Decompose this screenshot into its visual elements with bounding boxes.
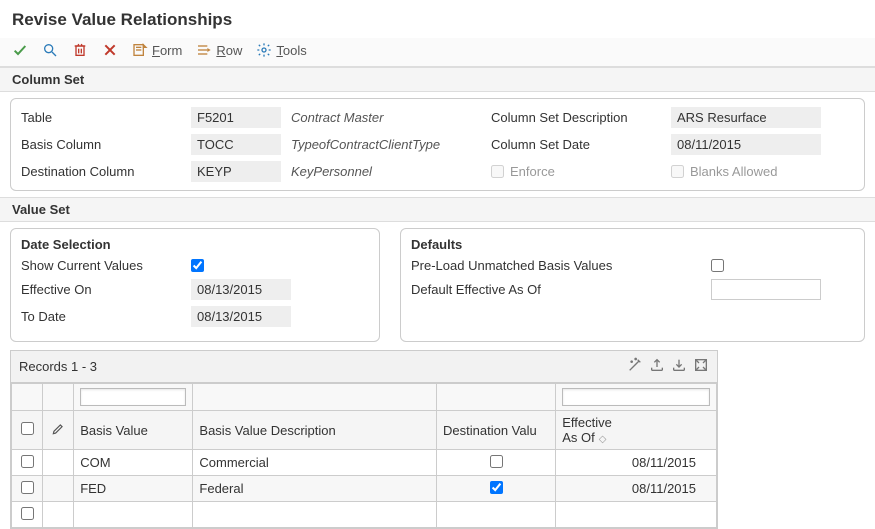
date-selection-panel: Date Selection Show Current Values Effec…: [10, 228, 380, 342]
ok-button[interactable]: [12, 42, 28, 58]
to-date-label: To Date: [21, 309, 191, 324]
blanks-checkbox-wrap: Blanks Allowed: [671, 164, 777, 179]
section-value-set: Value Set: [0, 197, 875, 222]
cell-effective[interactable]: 08/11/2015: [556, 476, 717, 502]
check-icon: [12, 42, 28, 58]
expand-icon: [693, 357, 709, 373]
table-desc: Contract Master: [291, 110, 491, 125]
header-row: Basis Value Basis Value Description Dest…: [12, 411, 717, 450]
sort-icon: ◇: [599, 434, 607, 445]
effective-on-label: Effective On: [21, 282, 191, 297]
cell-effective[interactable]: [556, 502, 717, 528]
dest-label: Destination Column: [21, 164, 191, 179]
header-effective[interactable]: Effective As Of◇: [556, 411, 717, 450]
effective-on-input[interactable]: [191, 279, 291, 300]
cell-basis-value[interactable]: COM: [74, 450, 193, 476]
row-select-checkbox[interactable]: [21, 481, 34, 494]
toolbar: Form Row Tools: [0, 38, 875, 67]
grid-panel: Records 1 - 3 Basis Value Basis Value De…: [10, 350, 718, 529]
section-column-set: Column Set: [0, 67, 875, 92]
enforce-checkbox[interactable]: [491, 165, 504, 178]
table-row[interactable]: COM Commercial 08/11/2015: [12, 450, 717, 476]
dest-checkbox[interactable]: [490, 455, 503, 468]
filter-effective[interactable]: [562, 388, 710, 406]
pencil-icon: [51, 422, 65, 436]
maximize-button[interactable]: [693, 357, 709, 376]
blanks-checkbox[interactable]: [671, 165, 684, 178]
cell-effective[interactable]: 08/11/2015: [556, 450, 717, 476]
defaults-panel: Defaults Pre-Load Unmatched Basis Values…: [400, 228, 865, 342]
cell-basis-desc: Federal: [193, 476, 437, 502]
wand-icon: [627, 357, 643, 373]
filter-row: [12, 384, 717, 411]
basis-desc: TypeofContractClientType: [291, 137, 491, 152]
dest-input[interactable]: [191, 161, 281, 182]
form-menu[interactable]: Form: [132, 42, 182, 58]
cell-basis-desc: [193, 502, 437, 528]
export-button[interactable]: [649, 357, 665, 376]
records-label: Records 1 - 3: [19, 359, 97, 374]
default-eff-label: Default Effective As Of: [411, 282, 711, 297]
basis-label: Basis Column: [21, 137, 191, 152]
gear-icon: [256, 42, 272, 58]
header-dest-value[interactable]: Destination Valu: [437, 411, 556, 450]
cell-basis-value[interactable]: [74, 502, 193, 528]
cell-basis-value[interactable]: FED: [74, 476, 193, 502]
basis-input[interactable]: [191, 134, 281, 155]
filter-basis-value[interactable]: [80, 388, 186, 406]
tools-menu[interactable]: Tools: [256, 42, 306, 58]
trash-icon: [72, 42, 88, 58]
cancel-button[interactable]: [102, 42, 118, 58]
csdate-input[interactable]: [671, 134, 821, 155]
row-select-checkbox[interactable]: [21, 507, 34, 520]
table-label: Table: [21, 110, 191, 125]
show-current-label: Show Current Values: [21, 258, 191, 273]
select-all-checkbox[interactable]: [21, 422, 34, 435]
enforce-label: Enforce: [510, 164, 555, 179]
table-input[interactable]: [191, 107, 281, 128]
close-icon: [102, 42, 118, 58]
import-button[interactable]: [671, 357, 687, 376]
table-row[interactable]: FED Federal 08/11/2015: [12, 476, 717, 502]
defaults-title: Defaults: [411, 237, 854, 252]
show-current-checkbox[interactable]: [191, 259, 204, 272]
cell-basis-desc: Commercial: [193, 450, 437, 476]
default-eff-input[interactable]: [711, 279, 821, 300]
customize-grid-button[interactable]: [627, 357, 643, 376]
row-select-checkbox[interactable]: [21, 455, 34, 468]
header-basis-value[interactable]: Basis Value: [74, 411, 193, 450]
dest-desc: KeyPersonnel: [291, 164, 491, 179]
csdate-label: Column Set Date: [491, 137, 671, 152]
to-date-input[interactable]: [191, 306, 291, 327]
column-set-panel: Table Contract Master Column Set Descrip…: [10, 98, 865, 191]
header-basis-desc[interactable]: Basis Value Description: [193, 411, 437, 450]
csd-label: Column Set Description: [491, 110, 671, 125]
table-row[interactable]: [12, 502, 717, 528]
edit-header-icon[interactable]: [51, 424, 65, 439]
preload-label: Pre-Load Unmatched Basis Values: [411, 258, 711, 273]
delete-button[interactable]: [72, 42, 88, 58]
upload-icon: [649, 357, 665, 373]
enforce-checkbox-wrap: Enforce: [491, 164, 671, 179]
dest-checkbox[interactable]: [490, 481, 503, 494]
csd-input[interactable]: [671, 107, 821, 128]
blanks-label: Blanks Allowed: [690, 164, 777, 179]
search-icon: [42, 42, 58, 58]
preload-checkbox[interactable]: [711, 259, 724, 272]
row-icon: [196, 42, 212, 58]
form-icon: [132, 42, 148, 58]
page-title: Revise Value Relationships: [0, 0, 875, 38]
date-selection-title: Date Selection: [21, 237, 369, 252]
find-button[interactable]: [42, 42, 58, 58]
download-icon: [671, 357, 687, 373]
row-menu[interactable]: Row: [196, 42, 242, 58]
